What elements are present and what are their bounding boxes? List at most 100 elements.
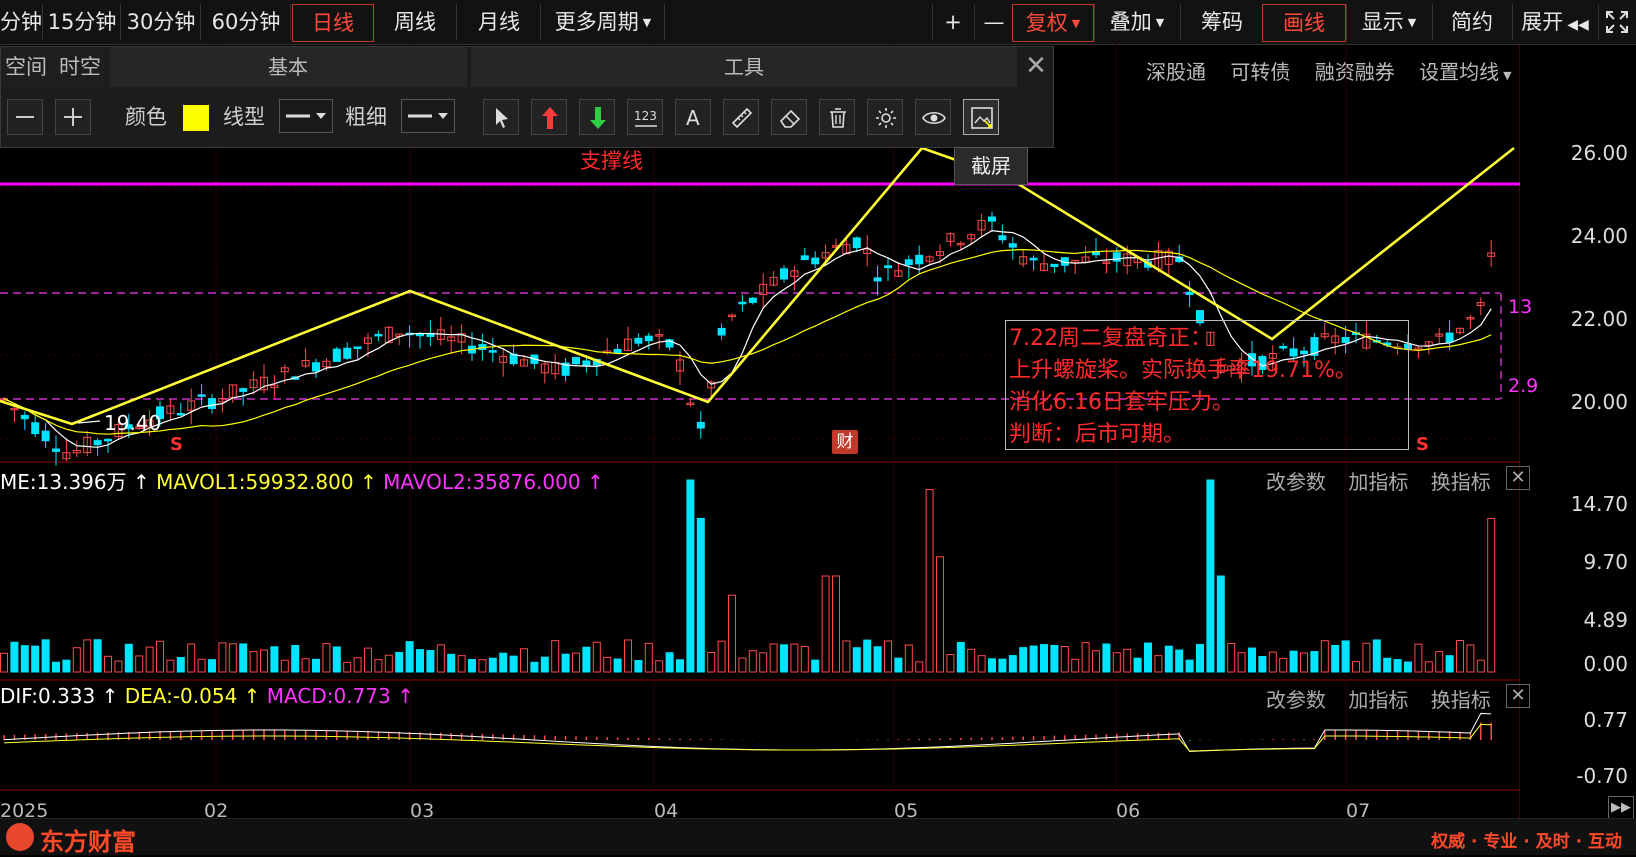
volume-bar xyxy=(249,651,258,673)
period-weekly[interactable]: 周线 xyxy=(374,4,457,40)
close-icon: ✕ xyxy=(1510,467,1526,488)
up-arrow-icon xyxy=(542,107,558,129)
volume-bar xyxy=(405,641,414,673)
visibility-tool[interactable] xyxy=(915,99,951,135)
period-15min[interactable]: 15分钟 xyxy=(44,4,121,40)
period-30min[interactable]: 30分钟 xyxy=(122,4,201,40)
color-swatch[interactable] xyxy=(183,105,209,131)
volume-bar xyxy=(239,643,248,673)
overlay-dropdown[interactable]: 叠加 ▼ xyxy=(1094,4,1179,40)
period-60min[interactable]: 60分钟 xyxy=(202,4,291,40)
volume-bar xyxy=(1019,647,1028,673)
candle-down xyxy=(988,216,996,222)
period-1min[interactable]: 分钟 xyxy=(0,4,43,40)
chevron-down-icon: ▼ xyxy=(1071,17,1081,30)
volume-bar xyxy=(1196,643,1204,673)
volume-bar xyxy=(457,655,466,673)
volume-bar xyxy=(395,651,404,673)
zoom-out-button[interactable]: — xyxy=(974,4,1013,40)
note-line-3: 消化6.16日套牢压力。 xyxy=(1009,390,1234,415)
line-type-select[interactable] xyxy=(279,99,333,133)
volume-bar xyxy=(62,659,71,673)
fuquan-dropdown[interactable]: 复权 ▼ xyxy=(1012,4,1094,42)
draw-line-button[interactable]: 画线 xyxy=(1262,4,1346,42)
volume-bar xyxy=(1310,651,1319,673)
volume-bar xyxy=(915,661,924,673)
screenshot-tooltip: 截屏 xyxy=(954,147,1028,185)
scroll-right-button[interactable]: ▶▶ xyxy=(1608,796,1634,820)
period-daily[interactable]: 日线 xyxy=(292,4,374,42)
simple-mode-button[interactable]: 简约 xyxy=(1432,4,1511,40)
volume-bar xyxy=(696,517,705,673)
sell-arrow-tool[interactable] xyxy=(579,99,615,135)
vol-add-indicator[interactable]: 加指标 xyxy=(1348,470,1408,494)
candle-down xyxy=(738,301,747,305)
thickness-select[interactable] xyxy=(401,99,455,133)
volume-bar xyxy=(384,654,393,673)
volume-bar xyxy=(759,652,768,673)
volume-bar xyxy=(1154,655,1163,673)
macd-swap-indicator[interactable]: 换指标 xyxy=(1431,688,1491,712)
macd-add-indicator[interactable]: 加指标 xyxy=(1348,688,1408,712)
candle-down xyxy=(20,414,29,420)
settings-tool[interactable] xyxy=(867,99,903,135)
volume-bar xyxy=(478,659,487,673)
chevron-down-icon: ▼ xyxy=(1407,16,1417,29)
candle-down xyxy=(197,394,206,397)
analysis-note-box[interactable]: 7.22周二复盘奇正： 上升螺旋桨。实际换手率19.71%。 消化6.16日套牢… xyxy=(1005,320,1409,450)
close-macd-panel[interactable]: ✕ xyxy=(1506,684,1530,708)
dif-value: DIF:0.333 xyxy=(0,684,96,708)
volume-bar xyxy=(665,652,674,673)
display-dropdown[interactable]: 显示 ▼ xyxy=(1346,4,1431,40)
trash-icon xyxy=(830,108,846,128)
screenshot-tool[interactable] xyxy=(963,99,999,135)
pointer-tool[interactable] xyxy=(483,99,519,135)
eraser-tool[interactable] xyxy=(771,99,807,135)
volume-bar xyxy=(187,643,196,673)
up-arrow-icon: ↑ xyxy=(580,470,604,494)
volume-bar xyxy=(1435,651,1444,673)
fuquan-label: 复权 xyxy=(1025,11,1068,35)
candle-down xyxy=(748,297,757,303)
close-volume-panel[interactable]: ✕ xyxy=(1506,466,1530,490)
macd-change-params[interactable]: 改参数 xyxy=(1266,688,1326,712)
vol-change-params[interactable]: 改参数 xyxy=(1266,470,1326,494)
finance-event-badge[interactable]: 财 xyxy=(832,430,858,454)
close-toolbar-button[interactable]: ✕ xyxy=(1023,51,1049,81)
up-arrow-icon: ↑ xyxy=(237,684,267,708)
volume-bar xyxy=(655,660,664,673)
number-tool[interactable]: 123 xyxy=(627,99,663,135)
vol-swap-indicator[interactable]: 换指标 xyxy=(1431,470,1491,494)
volume-bar xyxy=(707,652,716,673)
expand-button[interactable]: 展开 ◀◀ xyxy=(1512,4,1597,40)
section-basic-title: 基本 xyxy=(109,47,467,87)
period-more-label: 更多周期 xyxy=(554,10,639,34)
note-line-1: 7.22周二复盘奇正： xyxy=(1009,326,1212,351)
volume-bar xyxy=(332,646,341,673)
volume-bar xyxy=(1268,651,1277,673)
range-pct-top: 13 xyxy=(1508,296,1533,318)
zoom-in-button[interactable]: + xyxy=(932,4,973,40)
s-event-marker-1[interactable]: S xyxy=(170,434,183,455)
ruler-tool[interactable] xyxy=(723,99,759,135)
candle-down xyxy=(488,350,497,353)
volume-bar xyxy=(1300,652,1308,673)
period-monthly[interactable]: 月线 xyxy=(458,4,541,40)
tab-time-space[interactable]: 时空 xyxy=(59,55,101,79)
enlarge-button[interactable] xyxy=(55,99,91,135)
chevron-down-icon: ▼ xyxy=(642,16,652,29)
screenshot-icon xyxy=(971,107,993,129)
volume-axis-label: 9.70 xyxy=(1583,550,1628,574)
s-event-marker-2[interactable]: S xyxy=(1416,434,1429,455)
fullscreen-button[interactable] xyxy=(1598,4,1635,40)
volume-bar xyxy=(20,645,29,673)
text-tool[interactable]: A xyxy=(675,99,711,135)
period-more-dropdown[interactable]: 更多周期 ▼ xyxy=(542,4,665,40)
shrink-button[interactable] xyxy=(7,99,43,135)
buy-arrow-tool[interactable] xyxy=(531,99,567,135)
volume-bar xyxy=(468,659,476,673)
chips-button[interactable]: 筹码 xyxy=(1180,4,1263,40)
volume-bar xyxy=(1112,652,1121,673)
delete-tool[interactable] xyxy=(819,99,855,135)
tab-space[interactable]: 空间 xyxy=(5,55,47,79)
